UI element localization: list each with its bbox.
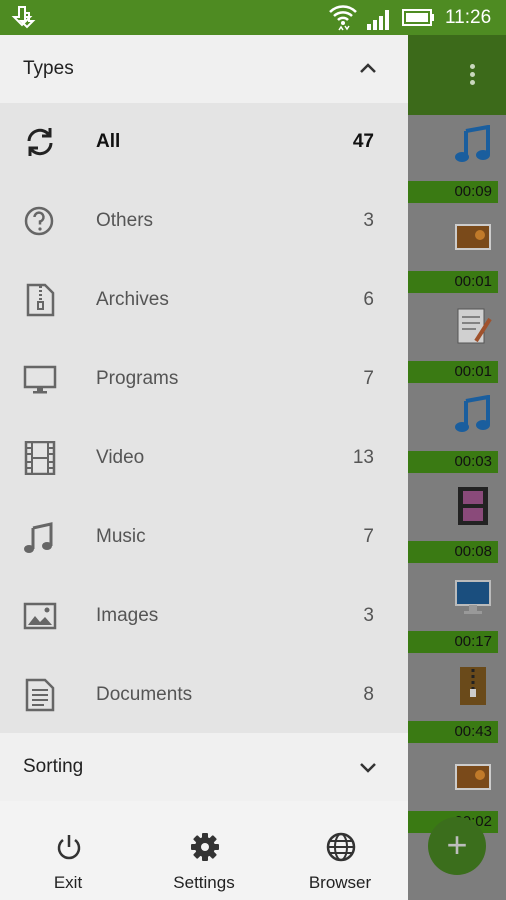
type-row-archives[interactable]: Archives 6: [0, 261, 408, 340]
duration-label: 00:09: [408, 181, 498, 203]
type-count: 8: [363, 684, 374, 705]
list-item[interactable]: 00:17: [408, 567, 506, 657]
type-row-music[interactable]: Music 7: [0, 498, 408, 577]
type-count: 7: [363, 368, 374, 389]
type-row-images[interactable]: Images 3: [0, 577, 408, 656]
duration-label: 00:17: [408, 631, 498, 653]
music-note-icon: [455, 395, 490, 432]
download-icon: [11, 6, 36, 29]
archive-icon: [26, 283, 55, 317]
monitor-icon: [23, 365, 57, 394]
list-item[interactable]: 00:09: [408, 117, 506, 207]
type-label: Programs: [96, 368, 179, 389]
gear-icon: [191, 833, 219, 861]
duration-label: 00:03: [408, 451, 498, 473]
list-item[interactable]: 00:01: [408, 207, 506, 297]
status-bar: 11:26: [0, 0, 506, 35]
type-row-programs[interactable]: Programs 7: [0, 340, 408, 419]
type-count: 3: [363, 605, 374, 626]
exit-label: Exit: [53, 873, 83, 892]
type-label: Others: [96, 210, 154, 231]
signal-icon: [367, 10, 389, 30]
photo-thumb-icon: [455, 224, 491, 250]
sorting-section-header[interactable]: Sorting: [0, 733, 408, 801]
video-thumb-icon: [458, 487, 488, 525]
film-icon: [24, 441, 56, 475]
exit-button[interactable]: Exit: [8, 810, 128, 900]
power-icon: [57, 835, 81, 860]
type-count: 7: [363, 526, 374, 547]
type-label: All: [96, 131, 121, 152]
duration-label: 00:01: [408, 361, 498, 383]
refresh-icon: [27, 128, 53, 156]
type-count: 13: [352, 447, 374, 468]
types-section-header[interactable]: Types: [0, 35, 408, 103]
document-icon: [25, 678, 55, 712]
battery-icon: [402, 9, 434, 26]
navigation-drawer: Types All 47 Others 3 Archives 6 Program…: [0, 35, 408, 900]
overflow-menu-icon[interactable]: [468, 61, 476, 91]
archive-thumb-icon: [460, 667, 486, 705]
list-item[interactable]: 00:03: [408, 387, 506, 477]
clock: 11:26: [445, 7, 492, 28]
chevron-down-icon[interactable]: [356, 755, 380, 779]
background-file-list: 00:09 00:01 00:01 00:03 00:08 00:17 00:4…: [408, 35, 506, 900]
type-label: Images: [96, 605, 159, 626]
drawer-footer: Exit Settings Browser: [0, 810, 408, 900]
chevron-up-icon[interactable]: [356, 57, 380, 81]
browser-button[interactable]: Browser: [280, 810, 400, 900]
type-label: Music: [96, 526, 146, 547]
document-edit-icon: [457, 308, 492, 344]
app-bar: [408, 35, 506, 115]
globe-icon: [326, 832, 356, 862]
browser-label: Browser: [308, 873, 372, 892]
image-icon: [23, 602, 57, 630]
type-row-documents[interactable]: Documents 8: [0, 656, 408, 735]
duration-label: 00:43: [408, 721, 498, 743]
settings-button[interactable]: Settings: [144, 810, 264, 900]
settings-label: Settings: [173, 873, 235, 892]
type-row-others[interactable]: Others 3: [0, 182, 408, 261]
wifi-icon: [329, 5, 357, 31]
list-item[interactable]: 00:43: [408, 657, 506, 747]
type-row-all[interactable]: All 47: [0, 103, 408, 182]
type-label: Video: [96, 447, 145, 468]
type-label: Documents: [96, 684, 193, 705]
add-fab-button[interactable]: +: [428, 817, 486, 875]
list-item[interactable]: 00:01: [408, 297, 506, 387]
type-count: 47: [352, 131, 374, 152]
duration-label: 00:01: [408, 271, 498, 293]
duration-label: 00:08: [408, 541, 498, 563]
photo-thumb-icon: [455, 764, 491, 790]
type-label: Archives: [96, 289, 169, 310]
type-row-video[interactable]: Video 13: [0, 419, 408, 498]
type-count: 3: [363, 210, 374, 231]
types-list: All 47 Others 3 Archives 6 Programs 7 Vi…: [0, 103, 408, 733]
monitor-thumb-icon: [455, 580, 491, 614]
list-item[interactable]: 00:08: [408, 477, 506, 567]
sorting-header-title: Sorting: [23, 756, 84, 777]
music-icon: [24, 522, 53, 553]
question-icon: [24, 206, 54, 236]
types-header-title: Types: [23, 58, 74, 79]
type-count: 6: [363, 289, 374, 310]
music-note-icon: [455, 125, 490, 162]
